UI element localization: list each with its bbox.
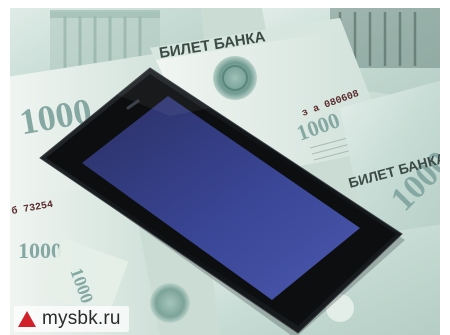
photo: 1000 БИЛЕТ БАНКА з а 080608 1000 1000 БИ… bbox=[10, 8, 440, 335]
site-name: mysbk.ru bbox=[42, 308, 121, 329]
image-frame: 1000 БИЛЕТ БАНКА з а 080608 1000 1000 БИ… bbox=[0, 0, 450, 335]
triangle-logo-icon bbox=[18, 311, 36, 327]
seal-emblem bbox=[213, 56, 257, 100]
site-watermark: mysbk.ru bbox=[14, 306, 129, 332]
